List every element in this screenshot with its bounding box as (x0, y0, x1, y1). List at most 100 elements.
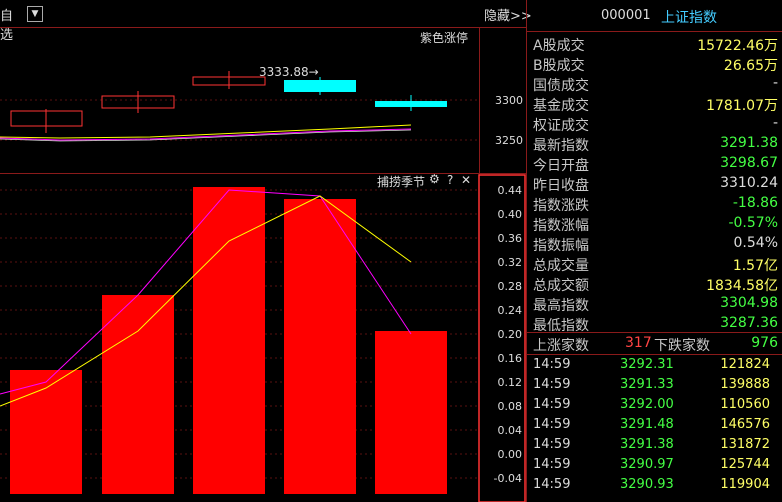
quote-value: - (772, 75, 778, 91)
quote-row: 国债成交 - (533, 75, 778, 95)
tick-volume: 110560 (720, 397, 770, 412)
quote-row: 指数振幅 0.54% (533, 235, 778, 255)
tick-volume: 131872 (720, 437, 770, 452)
down-count-value: 976 (751, 335, 778, 351)
quote-label: 总成交量 (533, 258, 589, 274)
tick-price: 3290.93 (620, 477, 674, 492)
y-tick-label: -0.04 (494, 472, 522, 485)
tick-row: 14:59 3291.33 139888 (533, 377, 778, 397)
down-count-label: 下跌家数 (654, 338, 710, 354)
stock-code: 000001 (601, 8, 651, 23)
quote-label: 最新指数 (533, 138, 589, 154)
chart-toolbar (0, 0, 526, 28)
divider (527, 332, 782, 333)
tick-price: 3292.31 (620, 357, 674, 372)
quote-row: 总成交额 1834.58亿 (533, 275, 778, 295)
tick-price: 3291.33 (620, 377, 674, 392)
tick-volume: 121824 (720, 357, 770, 372)
quote-row: 权证成交 - (533, 115, 778, 135)
self-select-button[interactable]: 自选 (0, 5, 20, 43)
quote-value: - (772, 115, 778, 131)
quote-row: B股成交 26.65万 (533, 55, 778, 75)
tick-row: 14:59 3290.97 125744 (533, 457, 778, 477)
quote-row: 指数涨跌 -18.86 (533, 195, 778, 215)
tick-row: 14:59 3291.38 131872 (533, 437, 778, 457)
quote-label: 总成交额 (533, 278, 589, 294)
y-tick-label: 0.00 (498, 448, 523, 461)
tick-time: 14:59 (533, 397, 571, 412)
tick-price: 3291.48 (620, 417, 674, 432)
quote-row: 指数涨幅 -0.57% (533, 215, 778, 235)
divider (527, 31, 782, 32)
quote-label: 基金成交 (533, 98, 589, 114)
quote-label: 最高指数 (533, 298, 589, 314)
candle (10, 109, 83, 133)
quote-label: 指数涨跌 (533, 198, 589, 214)
quote-value: 0.54% (733, 235, 778, 251)
candle (101, 91, 175, 113)
quote-value: 26.65万 (723, 58, 778, 74)
quote-value: 15722.46万 (697, 38, 778, 54)
y-tick-label: 0.04 (498, 424, 523, 437)
quote-label: 今日开盘 (533, 158, 589, 174)
quote-value: 3310.24 (720, 175, 778, 191)
quote-label: 权证成交 (533, 118, 589, 134)
quote-row: 昨日收盘 3310.24 (533, 175, 778, 195)
tick-time: 14:59 (533, 437, 571, 452)
y-tick-label: 0.36 (498, 232, 523, 245)
tick-row: 14:59 3292.00 110560 (533, 397, 778, 417)
quote-value: -0.57% (728, 215, 778, 231)
tick-time: 14:59 (533, 377, 571, 392)
tick-price: 3291.38 (620, 437, 674, 452)
quote-row: 最新指数 3291.38 (533, 135, 778, 155)
quote-label: A股成交 (533, 38, 585, 54)
y-tick-label: 0.40 (498, 208, 523, 221)
tick-volume: 125744 (720, 457, 770, 472)
tick-time: 14:59 (533, 457, 571, 472)
quote-row: 最高指数 3304.98 (533, 295, 778, 315)
quote-value: 1834.58亿 (706, 278, 778, 294)
quote-value: 3298.67 (720, 155, 778, 171)
price-chart[interactable] (0, 27, 479, 173)
quote-value: 1781.07万 (706, 98, 778, 114)
y-tick-label: 0.32 (498, 256, 523, 269)
updown-row: 上涨家数 317 下跌家数 976 (533, 335, 778, 355)
divider (527, 354, 782, 355)
up-count-label: 上涨家数 (533, 338, 589, 354)
tick-volume: 119904 (720, 477, 770, 492)
tick-volume: 146576 (720, 417, 770, 432)
hide-panel-button[interactable]: 隐藏>> (484, 5, 532, 24)
quote-row: 基金成交 1781.07万 (533, 95, 778, 115)
quote-label: 指数涨幅 (533, 218, 589, 234)
tick-price: 3292.00 (620, 397, 674, 412)
candle (284, 77, 356, 95)
quote-row: A股成交 15722.46万 (533, 35, 778, 55)
up-count-value: 317 (625, 335, 652, 351)
quote-value: 3304.98 (720, 295, 778, 311)
stock-name: 上证指数 (661, 10, 717, 26)
season-chart[interactable]: 0.44 0.40 0.36 0.32 0.28 0.24 0.20 0.16 0.12 0.08… (0, 173, 526, 502)
quote-label: 国债成交 (533, 78, 589, 94)
quote-row: 总成交量 1.57亿 (533, 255, 778, 275)
tick-price: 3290.97 (620, 457, 674, 472)
y-tick-label: 0.20 (498, 328, 523, 341)
tick-volume: 139888 (720, 377, 770, 392)
quote-row: 今日开盘 3298.67 (533, 155, 778, 175)
season-bar (284, 199, 356, 494)
season-bar (193, 187, 265, 494)
y-tick-label: 0.24 (498, 304, 523, 317)
y-tick-label: 0.12 (498, 376, 523, 389)
quote-value: 3287.36 (720, 315, 778, 331)
quote-value: 3291.38 (720, 135, 778, 151)
season-bar (102, 295, 174, 494)
y-tick-label: 0.16 (498, 352, 523, 365)
tick-time: 14:59 (533, 477, 571, 492)
candle (192, 71, 266, 89)
quote-value: -18.86 (732, 195, 778, 211)
divider (526, 0, 527, 502)
tick-row: 14:59 3292.31 121824 (533, 357, 778, 377)
dropdown-icon[interactable]: ▼ (27, 6, 43, 22)
quote-value: 1.57亿 (732, 258, 778, 274)
quote-label: 指数振幅 (533, 238, 589, 254)
high-marker-label: 3333.88→ (259, 65, 319, 79)
